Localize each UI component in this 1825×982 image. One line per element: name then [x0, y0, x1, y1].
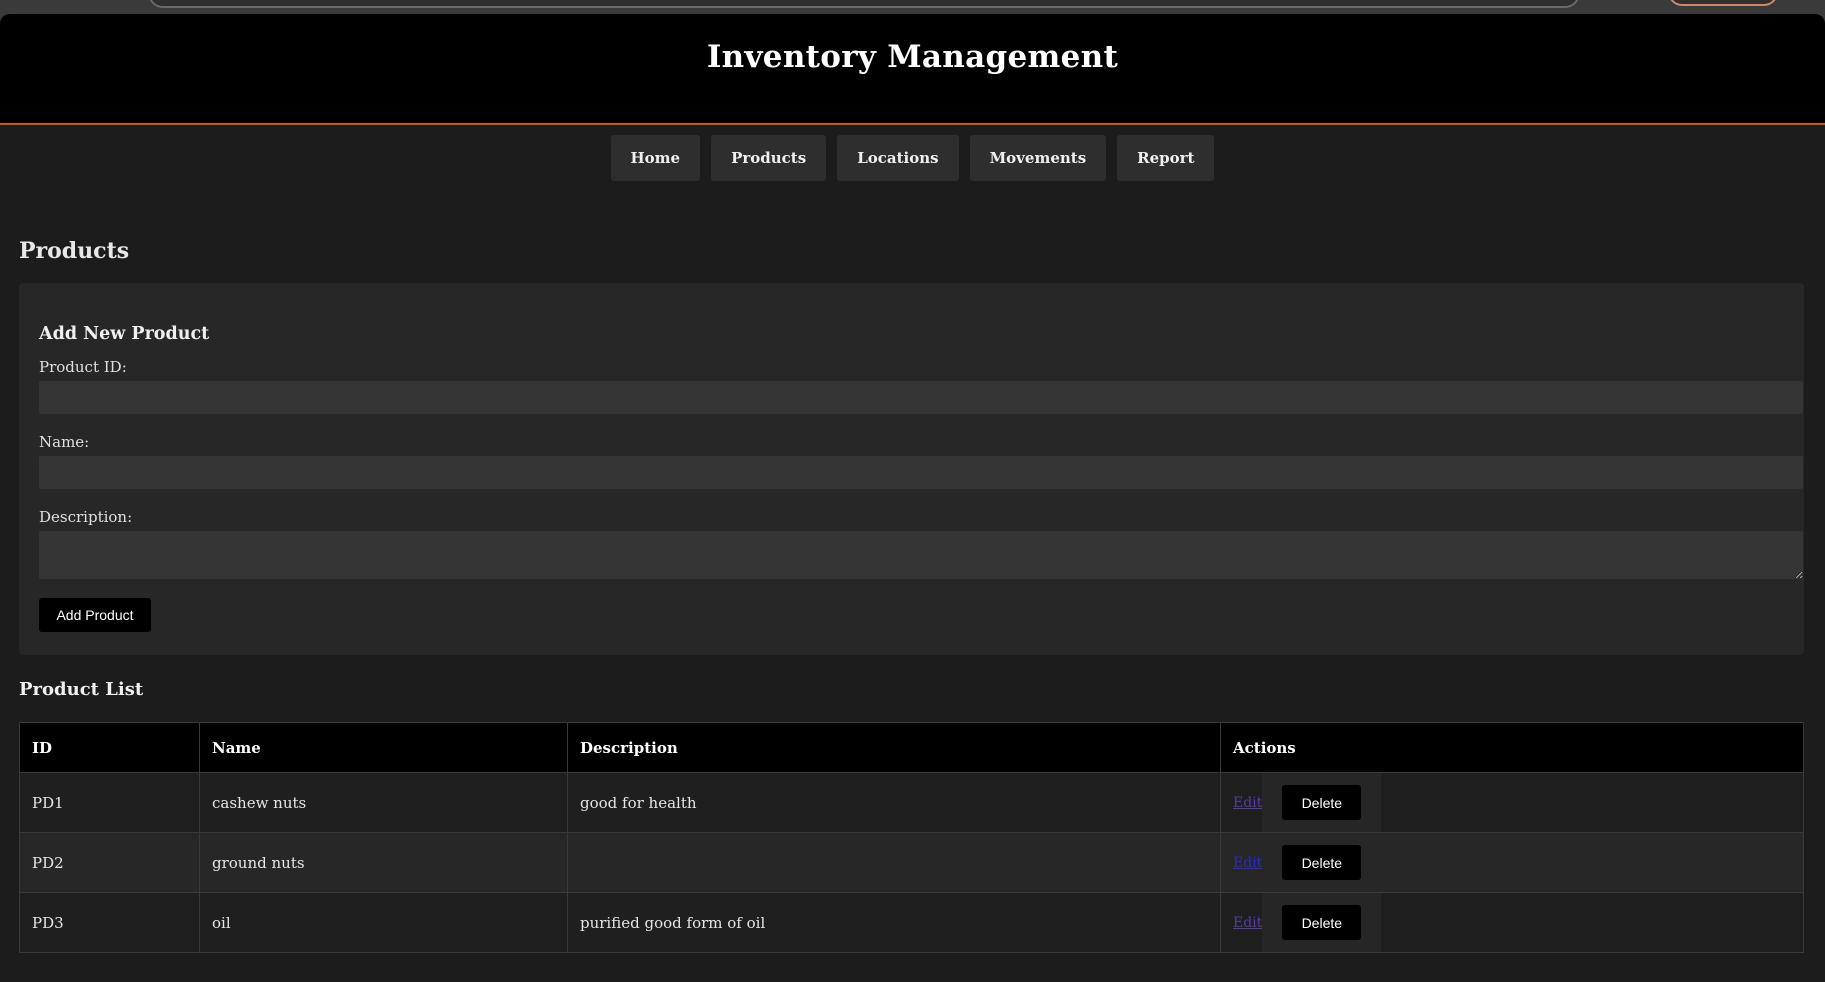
cell-description: purified good form of oil — [567, 892, 1221, 953]
name-label: Name: — [39, 433, 90, 451]
page: Inventory Management Home Products Locat… — [0, 14, 1825, 982]
delete-wrapper: Delete — [1262, 833, 1381, 892]
column-header-name: Name — [199, 722, 568, 773]
delete-button[interactable]: Delete — [1282, 905, 1362, 940]
product-table: ID Name Description Actions PD1 cashew n… — [19, 722, 1804, 953]
nav-products[interactable]: Products — [711, 135, 827, 181]
nav-locations[interactable]: Locations — [837, 135, 959, 181]
column-header-id: ID — [19, 722, 200, 773]
delete-wrapper: Delete — [1262, 893, 1382, 952]
nav-report[interactable]: Report — [1117, 135, 1215, 181]
table-header-row: ID Name Description Actions — [19, 722, 1804, 773]
cell-id: PD1 — [19, 772, 200, 833]
page-title: Products — [19, 238, 130, 264]
product-list-title: Product List — [19, 679, 144, 700]
cell-actions: Edit Delete — [1220, 772, 1804, 833]
form-title: Add New Product — [39, 324, 210, 344]
app-header: Inventory Management — [0, 14, 1825, 125]
cell-id: PD3 — [19, 892, 200, 953]
main-nav: Home Products Locations Movements Report — [0, 125, 1825, 181]
edit-link[interactable]: Edit — [1233, 855, 1262, 871]
nav-movements[interactable]: Movements — [969, 135, 1107, 181]
address-bar[interactable] — [148, 0, 1580, 8]
cell-name: cashew nuts — [199, 772, 568, 833]
cell-description: good for health — [567, 772, 1221, 833]
cell-actions: Edit Delete — [1220, 832, 1804, 893]
column-header-description: Description — [567, 722, 1221, 773]
cell-actions: Edit Delete — [1220, 892, 1804, 953]
description-textarea[interactable] — [39, 531, 1803, 579]
delete-wrapper: Delete — [1262, 773, 1382, 832]
nav-home[interactable]: Home — [610, 135, 701, 181]
delete-button[interactable]: Delete — [1282, 845, 1362, 880]
add-product-form: Add New Product Product ID: Name: Descri… — [19, 283, 1804, 655]
table-row: PD1 cashew nuts good for health Edit Del… — [19, 772, 1804, 833]
table-row: PD2 ground nuts Edit Delete — [19, 832, 1804, 893]
app-title: Inventory Management — [706, 39, 1119, 75]
add-product-button[interactable]: Add Product — [39, 598, 151, 632]
edit-link[interactable]: Edit — [1233, 795, 1262, 811]
column-header-actions: Actions — [1220, 722, 1804, 773]
main-content: Products Add New Product Product ID: Nam… — [19, 238, 1804, 953]
cell-name: oil — [199, 892, 568, 953]
product-id-input[interactable] — [39, 381, 1803, 414]
cell-name: ground nuts — [199, 832, 568, 893]
table-row: PD3 oil purified good form of oil Edit D… — [19, 892, 1804, 953]
name-input[interactable] — [39, 456, 1803, 489]
cell-id: PD2 — [19, 832, 200, 893]
cell-description — [567, 832, 1221, 893]
delete-button[interactable]: Delete — [1282, 785, 1362, 820]
product-id-label: Product ID: — [39, 358, 127, 376]
browser-chrome — [0, 0, 1825, 14]
browser-toolbar-button[interactable] — [1668, 0, 1778, 6]
edit-link[interactable]: Edit — [1233, 915, 1262, 931]
description-label: Description: — [39, 508, 133, 526]
